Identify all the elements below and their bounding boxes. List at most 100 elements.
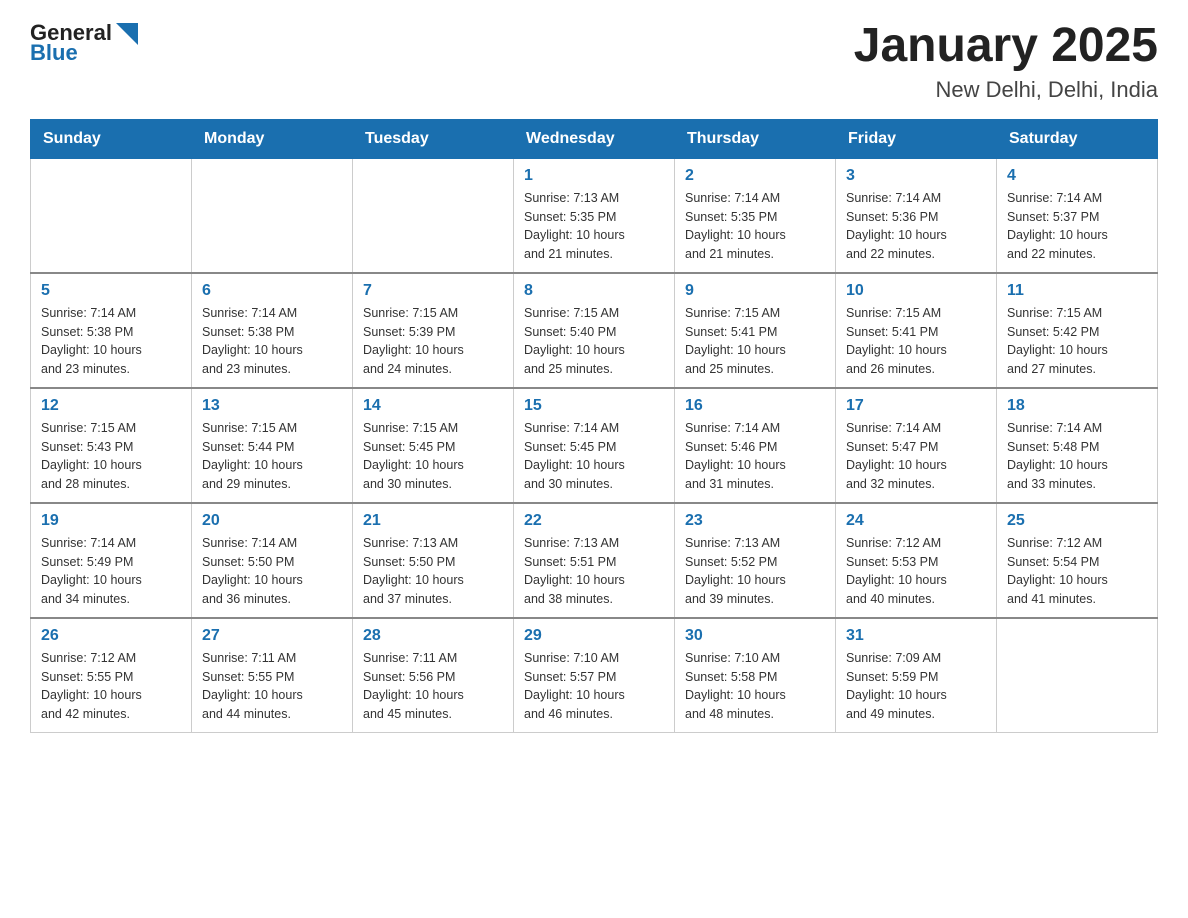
day-info: Sunrise: 7:13 AMSunset: 5:50 PMDaylight:… xyxy=(363,534,503,609)
day-info: Sunrise: 7:14 AMSunset: 5:47 PMDaylight:… xyxy=(846,419,986,494)
day-number: 29 xyxy=(524,627,664,645)
day-number: 12 xyxy=(41,397,181,415)
calendar-day-cell: 18 Sunrise: 7:14 AMSunset: 5:48 PMDayligh… xyxy=(997,388,1158,503)
day-info: Sunrise: 7:15 AMSunset: 5:41 PMDaylight:… xyxy=(846,304,986,379)
day-number: 5 xyxy=(41,282,181,300)
day-number: 28 xyxy=(363,627,503,645)
calendar-day-cell: 3 Sunrise: 7:14 AMSunset: 5:36 PMDaylight… xyxy=(836,158,997,273)
day-number: 23 xyxy=(685,512,825,530)
calendar-day-cell: 10 Sunrise: 7:15 AMSunset: 5:41 PMDayligh… xyxy=(836,273,997,388)
day-info: Sunrise: 7:14 AMSunset: 5:46 PMDaylight:… xyxy=(685,419,825,494)
calendar-day-cell: 25Sunrise: 7:12 AMSunset: 5:54 PMDayligh… xyxy=(997,503,1158,618)
day-number: 4 xyxy=(1007,167,1147,185)
calendar-day-cell: 30 Sunrise: 7:10 AMSunset: 5:58 PMDayligh… xyxy=(675,618,836,733)
day-number: 13 xyxy=(202,397,342,415)
calendar-week-row: 1 Sunrise: 7:13 AMSunset: 5:35 PMDaylight… xyxy=(31,158,1158,273)
day-number: 31 xyxy=(846,627,986,645)
calendar-day-cell: 5 Sunrise: 7:14 AMSunset: 5:38 PMDaylight… xyxy=(31,273,192,388)
day-info: Sunrise: 7:13 AMSunset: 5:52 PMDaylight:… xyxy=(685,534,825,609)
day-number: 8 xyxy=(524,282,664,300)
day-info: Sunrise: 7:14 AMSunset: 5:36 PMDaylight:… xyxy=(846,189,986,264)
calendar-header-cell: Thursday xyxy=(675,119,836,158)
calendar-day-cell: 21 Sunrise: 7:13 AMSunset: 5:50 PMDayligh… xyxy=(353,503,514,618)
calendar-day-cell: 2 Sunrise: 7:14 AMSunset: 5:35 PMDaylight… xyxy=(675,158,836,273)
calendar-header-cell: Wednesday xyxy=(514,119,675,158)
calendar-day-cell: 16Sunrise: 7:14 AMSunset: 5:46 PMDayligh… xyxy=(675,388,836,503)
day-number: 9 xyxy=(685,282,825,300)
day-number: 3 xyxy=(846,167,986,185)
day-number: 25 xyxy=(1007,512,1147,530)
calendar-header-cell: Sunday xyxy=(31,119,192,158)
day-info: Sunrise: 7:11 AMSunset: 5:56 PMDaylight:… xyxy=(363,649,503,724)
day-info: Sunrise: 7:15 AMSunset: 5:41 PMDaylight:… xyxy=(685,304,825,379)
calendar-day-cell: 17Sunrise: 7:14 AMSunset: 5:47 PMDayligh… xyxy=(836,388,997,503)
calendar-day-cell: 28 Sunrise: 7:11 AMSunset: 5:56 PMDayligh… xyxy=(353,618,514,733)
calendar-day-cell: 26Sunrise: 7:12 AMSunset: 5:55 PMDayligh… xyxy=(31,618,192,733)
day-info: Sunrise: 7:09 AMSunset: 5:59 PMDaylight:… xyxy=(846,649,986,724)
day-number: 7 xyxy=(363,282,503,300)
calendar-day-cell: 29 Sunrise: 7:10 AMSunset: 5:57 PMDayligh… xyxy=(514,618,675,733)
calendar-day-cell: 6Sunrise: 7:14 AMSunset: 5:38 PMDaylight… xyxy=(192,273,353,388)
day-number: 15 xyxy=(524,397,664,415)
day-info: Sunrise: 7:14 AMSunset: 5:35 PMDaylight:… xyxy=(685,189,825,264)
calendar-body: 1 Sunrise: 7:13 AMSunset: 5:35 PMDaylight… xyxy=(31,158,1158,732)
day-info: Sunrise: 7:13 AMSunset: 5:35 PMDaylight:… xyxy=(524,189,664,264)
day-info: Sunrise: 7:11 AMSunset: 5:55 PMDaylight:… xyxy=(202,649,342,724)
calendar-day-cell: 7 Sunrise: 7:15 AMSunset: 5:39 PMDaylight… xyxy=(353,273,514,388)
calendar-day-cell: 14 Sunrise: 7:15 AMSunset: 5:45 PMDayligh… xyxy=(353,388,514,503)
calendar-day-cell xyxy=(31,158,192,273)
day-number: 19 xyxy=(41,512,181,530)
title-block: January 2025 New Delhi, Delhi, India xyxy=(854,20,1158,103)
page-header: General Blue January 2025 New Delhi, Del… xyxy=(30,20,1158,103)
calendar-header: SundayMondayTuesdayWednesdayThursdayFrid… xyxy=(31,119,1158,158)
day-number: 24 xyxy=(846,512,986,530)
calendar-day-cell: 24 Sunrise: 7:12 AMSunset: 5:53 PMDayligh… xyxy=(836,503,997,618)
day-number: 22 xyxy=(524,512,664,530)
day-info: Sunrise: 7:15 AMSunset: 5:40 PMDaylight:… xyxy=(524,304,664,379)
calendar-day-cell: 13 Sunrise: 7:15 AMSunset: 5:44 PMDayligh… xyxy=(192,388,353,503)
day-info: Sunrise: 7:14 AMSunset: 5:49 PMDaylight:… xyxy=(41,534,181,609)
day-info: Sunrise: 7:15 AMSunset: 5:43 PMDaylight:… xyxy=(41,419,181,494)
day-info: Sunrise: 7:14 AMSunset: 5:48 PMDaylight:… xyxy=(1007,419,1147,494)
calendar-header-cell: Tuesday xyxy=(353,119,514,158)
calendar-header-cell: Friday xyxy=(836,119,997,158)
calendar-header-row: SundayMondayTuesdayWednesdayThursdayFrid… xyxy=(31,119,1158,158)
day-number: 30 xyxy=(685,627,825,645)
day-info: Sunrise: 7:15 AMSunset: 5:39 PMDaylight:… xyxy=(363,304,503,379)
calendar-day-cell: 9 Sunrise: 7:15 AMSunset: 5:41 PMDaylight… xyxy=(675,273,836,388)
logo-triangle-icon xyxy=(116,23,138,45)
day-number: 20 xyxy=(202,512,342,530)
day-info: Sunrise: 7:12 AMSunset: 5:53 PMDaylight:… xyxy=(846,534,986,609)
day-info: Sunrise: 7:15 AMSunset: 5:44 PMDaylight:… xyxy=(202,419,342,494)
day-info: Sunrise: 7:10 AMSunset: 5:58 PMDaylight:… xyxy=(685,649,825,724)
day-number: 2 xyxy=(685,167,825,185)
calendar-header-cell: Monday xyxy=(192,119,353,158)
calendar-day-cell: 22Sunrise: 7:13 AMSunset: 5:51 PMDayligh… xyxy=(514,503,675,618)
day-number: 10 xyxy=(846,282,986,300)
day-info: Sunrise: 7:14 AMSunset: 5:50 PMDaylight:… xyxy=(202,534,342,609)
calendar-day-cell xyxy=(192,158,353,273)
calendar-day-cell: 20 Sunrise: 7:14 AMSunset: 5:50 PMDayligh… xyxy=(192,503,353,618)
calendar-week-row: 19 Sunrise: 7:14 AMSunset: 5:49 PMDayligh… xyxy=(31,503,1158,618)
day-info: Sunrise: 7:15 AMSunset: 5:45 PMDaylight:… xyxy=(363,419,503,494)
calendar-table: SundayMondayTuesdayWednesdayThursdayFrid… xyxy=(30,119,1158,733)
day-number: 11 xyxy=(1007,282,1147,300)
day-number: 1 xyxy=(524,167,664,185)
day-number: 14 xyxy=(363,397,503,415)
day-info: Sunrise: 7:14 AMSunset: 5:38 PMDaylight:… xyxy=(41,304,181,379)
day-number: 18 xyxy=(1007,397,1147,415)
day-info: Sunrise: 7:14 AMSunset: 5:37 PMDaylight:… xyxy=(1007,189,1147,264)
calendar-day-cell: 15Sunrise: 7:14 AMSunset: 5:45 PMDayligh… xyxy=(514,388,675,503)
day-number: 27 xyxy=(202,627,342,645)
day-info: Sunrise: 7:10 AMSunset: 5:57 PMDaylight:… xyxy=(524,649,664,724)
day-number: 21 xyxy=(363,512,503,530)
page-title: January 2025 xyxy=(854,20,1158,73)
logo: General Blue xyxy=(30,20,138,66)
calendar-day-cell xyxy=(997,618,1158,733)
calendar-day-cell: 8 Sunrise: 7:15 AMSunset: 5:40 PMDaylight… xyxy=(514,273,675,388)
page-subtitle: New Delhi, Delhi, India xyxy=(854,77,1158,103)
day-info: Sunrise: 7:12 AMSunset: 5:55 PMDaylight:… xyxy=(41,649,181,724)
calendar-day-cell: 31 Sunrise: 7:09 AMSunset: 5:59 PMDayligh… xyxy=(836,618,997,733)
calendar-week-row: 12 Sunrise: 7:15 AMSunset: 5:43 PMDayligh… xyxy=(31,388,1158,503)
calendar-day-cell: 11Sunrise: 7:15 AMSunset: 5:42 PMDayligh… xyxy=(997,273,1158,388)
